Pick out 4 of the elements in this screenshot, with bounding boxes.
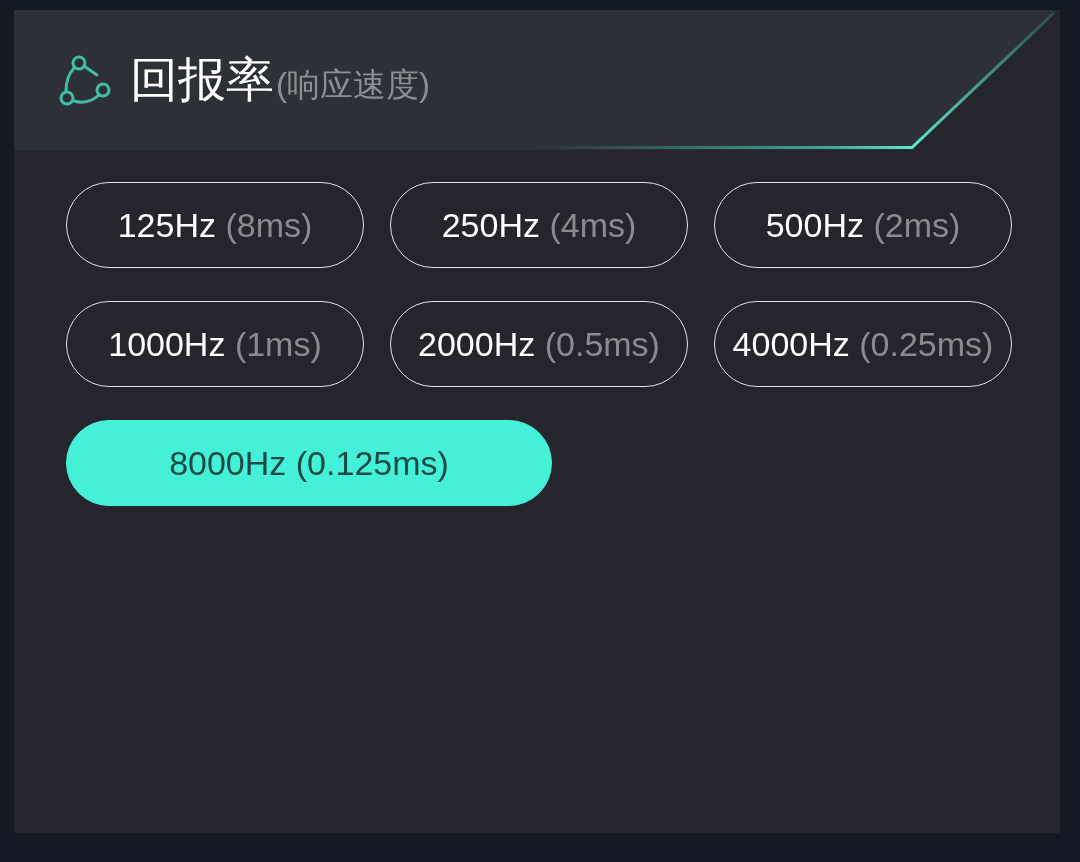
panel-subtitle: (响应速度) <box>276 68 430 101</box>
nodes-icon <box>58 53 112 107</box>
rate-option-button[interactable]: 8000Hz (0.125ms) <box>66 420 552 506</box>
panel-title: 回报率 <box>130 56 274 104</box>
